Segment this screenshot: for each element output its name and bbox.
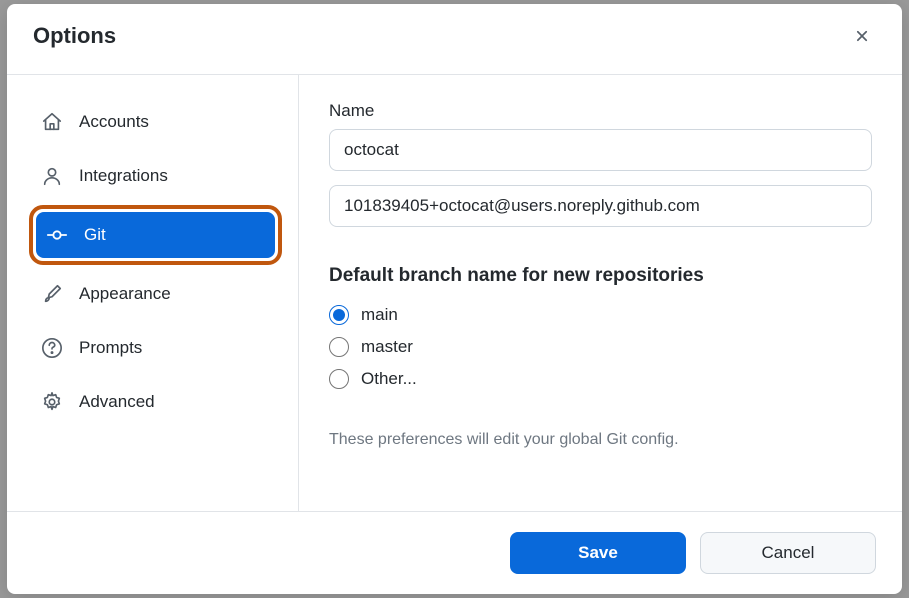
branch-option-main[interactable]: main	[329, 305, 872, 325]
highlight-box: Git	[29, 205, 282, 265]
sidebar: Accounts Integrations Git	[7, 75, 299, 511]
options-modal: Options Accounts Integrations	[7, 4, 902, 594]
sidebar-item-label: Prompts	[79, 338, 142, 358]
branch-option-label: main	[361, 305, 398, 325]
sidebar-item-prompts[interactable]: Prompts	[31, 325, 280, 371]
name-label: Name	[329, 101, 872, 121]
git-commit-icon	[46, 224, 68, 246]
close-button[interactable]	[848, 22, 876, 50]
person-icon	[41, 165, 63, 187]
sidebar-item-label: Accounts	[79, 112, 149, 132]
gear-icon	[41, 391, 63, 413]
sidebar-item-label: Integrations	[79, 166, 168, 186]
sidebar-item-git[interactable]: Git	[36, 212, 275, 258]
branch-option-master[interactable]: master	[329, 337, 872, 357]
sidebar-item-accounts[interactable]: Accounts	[31, 99, 280, 145]
branch-radio-main[interactable]	[329, 305, 349, 325]
sidebar-item-label: Advanced	[79, 392, 155, 412]
email-input[interactable]	[329, 185, 872, 227]
close-icon	[853, 27, 871, 45]
branch-radio-master[interactable]	[329, 337, 349, 357]
sidebar-item-label: Git	[84, 225, 106, 245]
branch-option-label: master	[361, 337, 413, 357]
paintbrush-icon	[41, 283, 63, 305]
modal-body: Accounts Integrations Git	[7, 75, 902, 511]
sidebar-item-appearance[interactable]: Appearance	[31, 271, 280, 317]
name-input[interactable]	[329, 129, 872, 171]
branch-radio-other[interactable]	[329, 369, 349, 389]
sidebar-item-label: Appearance	[79, 284, 171, 304]
branch-option-other[interactable]: Other...	[329, 369, 872, 389]
config-hint: These preferences will edit your global …	[329, 431, 872, 449]
modal-footer: Save Cancel	[7, 511, 902, 594]
home-icon	[41, 111, 63, 133]
branch-radio-group: main master Other...	[329, 305, 872, 389]
branch-option-label: Other...	[361, 369, 417, 389]
save-button[interactable]: Save	[510, 532, 686, 574]
sidebar-item-advanced[interactable]: Advanced	[31, 379, 280, 425]
default-branch-heading: Default branch name for new repositories	[329, 265, 872, 287]
content-panel: Name Default branch name for new reposit…	[299, 75, 902, 511]
question-circle-icon	[41, 337, 63, 359]
modal-header: Options	[7, 4, 902, 75]
modal-title: Options	[33, 23, 116, 49]
cancel-button[interactable]: Cancel	[700, 532, 876, 574]
sidebar-item-integrations[interactable]: Integrations	[31, 153, 280, 199]
